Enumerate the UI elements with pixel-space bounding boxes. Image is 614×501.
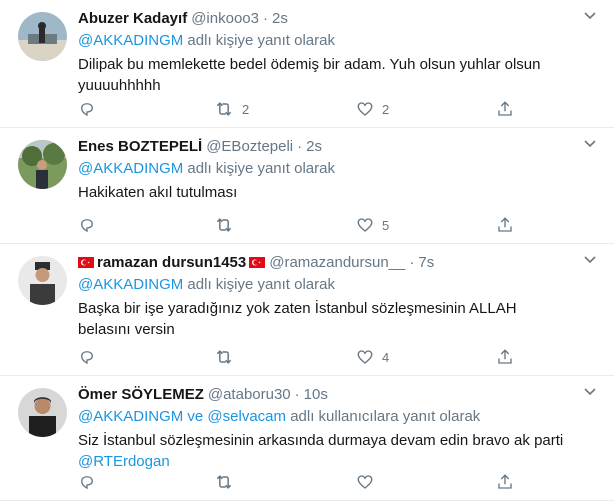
reply-suffix: adlı kişiye yanıt olarak [187, 276, 335, 293]
tweet-text: Dilipak bu memlekette bedel ödemiş bir a… [78, 56, 541, 94]
share-button[interactable] [496, 473, 514, 491]
turkish-flag-icon [78, 257, 94, 268]
like-button[interactable]: 4 [356, 348, 389, 366]
timestamp[interactable]: 2s [272, 9, 288, 28]
reply-icon [78, 216, 96, 234]
reply-button[interactable] [78, 348, 96, 366]
tweet-actions: 5 [78, 216, 528, 234]
turkish-flag-icon [249, 257, 266, 268]
user-handle[interactable]: @inkooo3 [191, 9, 259, 28]
reply-mention-link[interactable]: @AKKADINGM [78, 32, 183, 49]
avatar[interactable] [18, 388, 67, 437]
replying-to: @AKKADINGM adlı kişiye yanıt olarak [78, 31, 600, 51]
reply-mention-link[interactable]: @AKKADINGM ve @selvacam [78, 408, 286, 425]
retweet-count: 2 [242, 101, 250, 117]
tweet-text: Başka bir işe yaradığınız yok zaten İsta… [78, 300, 517, 338]
display-name[interactable]: Abuzer Kadayıf [78, 9, 187, 28]
tweet-actions: 4 [78, 348, 528, 366]
replying-to: @AKKADINGM adlı kişiye yanıt olarak [78, 275, 600, 295]
avatar[interactable] [18, 140, 67, 189]
like-count: 4 [382, 349, 390, 365]
share-button[interactable] [496, 348, 514, 366]
timestamp[interactable]: 2s [306, 137, 322, 156]
avatar[interactable] [18, 256, 67, 305]
timestamp[interactable]: 7s [418, 253, 434, 272]
chevron-down-icon[interactable] [584, 385, 596, 399]
reply-button[interactable] [78, 216, 96, 234]
retweet-button[interactable] [214, 216, 242, 234]
retweet-icon [214, 473, 234, 491]
like-count: 5 [382, 217, 390, 233]
tweet-mention-link[interactable]: @RTErdogan [78, 453, 170, 470]
user-handle[interactable]: @EBoztepeli [206, 137, 293, 156]
like-count: 2 [382, 101, 390, 117]
share-button[interactable] [496, 216, 514, 234]
reply-button[interactable] [78, 473, 96, 491]
separator-dot: · [294, 386, 300, 403]
reply-mention-link[interactable]: @AKKADINGM [78, 276, 183, 293]
share-button[interactable] [496, 100, 514, 118]
separator-dot: · [262, 10, 268, 27]
retweet-icon [214, 100, 234, 118]
timestamp[interactable]: 10s [304, 385, 328, 404]
reply-suffix: adlı kişiye yanıt olarak [187, 160, 335, 177]
tweet-text-body: Siz İstanbul sözleşmesinin arkasında dur… [78, 432, 564, 449]
reply-icon [78, 473, 96, 491]
heart-icon [356, 216, 374, 234]
tweet-actions: 2 2 [78, 100, 528, 118]
retweet-icon [214, 348, 234, 366]
separator-dot: · [409, 254, 415, 271]
chevron-down-icon[interactable] [584, 9, 596, 23]
display-name[interactable]: ramazan dursun1453 [97, 253, 246, 272]
share-icon [496, 216, 514, 234]
reply-icon [78, 100, 96, 118]
reply-button[interactable] [78, 100, 96, 118]
display-name[interactable]: Ömer SÖYLEMEZ [78, 385, 204, 404]
heart-icon [356, 348, 374, 366]
like-button[interactable]: 2 [356, 100, 389, 118]
reply-feed: Abuzer Kadayıf @inkooo3 · 2s @AKKADINGM … [0, 0, 614, 501]
tweet-text: Siz İstanbul sözleşmesinin arkasında dur… [78, 430, 568, 472]
tweet-text: Hakikaten akıl tutulması [78, 184, 238, 201]
display-name[interactable]: Enes BOZTEPELİ [78, 137, 202, 156]
reply-suffix: adlı kullanıcılara yanıt olarak [290, 408, 481, 425]
retweet-button[interactable] [214, 473, 242, 491]
retweet-button[interactable] [214, 348, 242, 366]
tweet[interactable]: Abuzer Kadayıf @inkooo3 · 2s @AKKADINGM … [0, 0, 614, 128]
avatar[interactable] [18, 12, 67, 61]
heart-icon [356, 473, 374, 491]
chevron-down-icon[interactable] [584, 253, 596, 267]
heart-icon [356, 100, 374, 118]
retweet-button[interactable]: 2 [214, 100, 249, 118]
tweet-actions [78, 473, 528, 491]
like-button[interactable]: 5 [356, 216, 389, 234]
share-icon [496, 100, 514, 118]
tweet[interactable]: Ömer SÖYLEMEZ @ataboru30 · 10s @AKKADING… [0, 376, 614, 501]
reply-suffix: adlı kişiye yanıt olarak [187, 32, 335, 49]
tweet[interactable]: Enes BOZTEPELİ @EBoztepeli · 2s @AKKADIN… [0, 128, 614, 244]
reply-mention-link[interactable]: @AKKADINGM [78, 160, 183, 177]
replying-to: @AKKADINGM ve @selvacam adlı kullanıcıla… [78, 407, 600, 427]
tweet[interactable]: ramazan dursun1453 @ramazandursun__ · 7s… [0, 244, 614, 376]
retweet-icon [214, 216, 234, 234]
reply-icon [78, 348, 96, 366]
separator-dot: · [297, 138, 303, 155]
chevron-down-icon[interactable] [584, 137, 596, 151]
user-handle[interactable]: @ataboru30 [208, 385, 291, 404]
share-icon [496, 473, 514, 491]
share-icon [496, 348, 514, 366]
like-button[interactable] [356, 473, 382, 491]
user-handle[interactable]: @ramazandursun__ [269, 253, 405, 272]
replying-to: @AKKADINGM adlı kişiye yanıt olarak [78, 159, 600, 179]
